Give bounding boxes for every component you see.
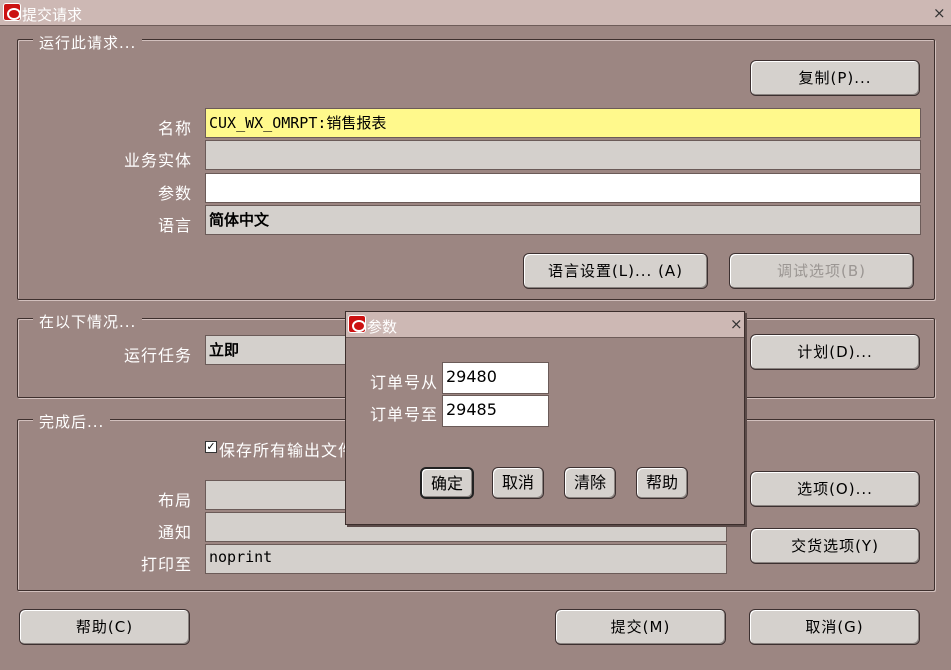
order-from-label: 订单号从 [369, 373, 438, 392]
close-icon[interactable]: × [933, 4, 946, 22]
window-titlebar: 提交请求 × [0, 0, 951, 26]
ok-button[interactable]: 确定 [420, 467, 474, 499]
notify-label: 通知 [157, 523, 192, 542]
close-icon[interactable]: × [730, 315, 743, 333]
submit-button[interactable]: 提交(M) [555, 609, 726, 645]
run-task-field[interactable]: 立即 [205, 335, 350, 365]
parameters-dialog: 参数 × 订单号从 29480 订单号至 29485 确定 取消 清除 帮助 [345, 311, 745, 525]
print-to-field[interactable]: noprint [205, 544, 727, 574]
order-to-label: 订单号至 [369, 405, 438, 424]
name-field[interactable]: CUX_WX_OMRPT:销售报表 [205, 108, 921, 138]
clear-button[interactable]: 清除 [564, 467, 616, 499]
name-label: 名称 [157, 119, 192, 138]
params-field[interactable] [205, 173, 921, 203]
delivery-options-button[interactable]: 交货选项(Y) [750, 528, 920, 564]
dialog-help-button[interactable]: 帮助 [636, 467, 688, 499]
schedule-button[interactable]: 计划(D)... [750, 334, 920, 370]
layout-field[interactable] [205, 480, 350, 510]
oracle-icon [3, 3, 21, 21]
save-output-checkbox[interactable]: ✓ [205, 441, 217, 453]
order-from-field[interactable]: 29480 [442, 362, 549, 394]
options-button[interactable]: 选项(O)... [750, 471, 920, 507]
layout-label: 布局 [157, 491, 192, 510]
debug-options-button[interactable]: 调试选项(B) [729, 253, 914, 289]
window-title: 提交请求 [22, 6, 83, 24]
language-field[interactable]: 简体中文 [205, 205, 921, 235]
order-to-field[interactable]: 29485 [442, 395, 549, 427]
oracle-icon [348, 315, 366, 333]
completion-group-title: 完成后... [33, 411, 111, 432]
run-task-label: 运行任务 [123, 346, 192, 365]
copy-button[interactable]: 复制(P)... [750, 60, 920, 96]
language-settings-button[interactable]: 语言设置(L)... (A) [523, 253, 708, 289]
save-output-label: 保存所有输出文件 [219, 441, 349, 460]
parameters-dialog-titlebar: 参数 × [346, 312, 744, 338]
language-label: 语言 [157, 216, 192, 235]
run-request-group-title: 运行此请求... [33, 32, 143, 53]
org-field[interactable] [205, 140, 921, 170]
dialog-cancel-button[interactable]: 取消 [492, 467, 544, 499]
print-to-label: 打印至 [140, 555, 192, 574]
parameters-dialog-title: 参数 [367, 318, 398, 336]
params-label: 参数 [157, 184, 192, 203]
org-label: 业务实体 [123, 151, 192, 170]
cancel-button[interactable]: 取消(G) [749, 609, 920, 645]
help-button[interactable]: 帮助(C) [19, 609, 190, 645]
schedule-group-title: 在以下情况... [33, 311, 143, 332]
